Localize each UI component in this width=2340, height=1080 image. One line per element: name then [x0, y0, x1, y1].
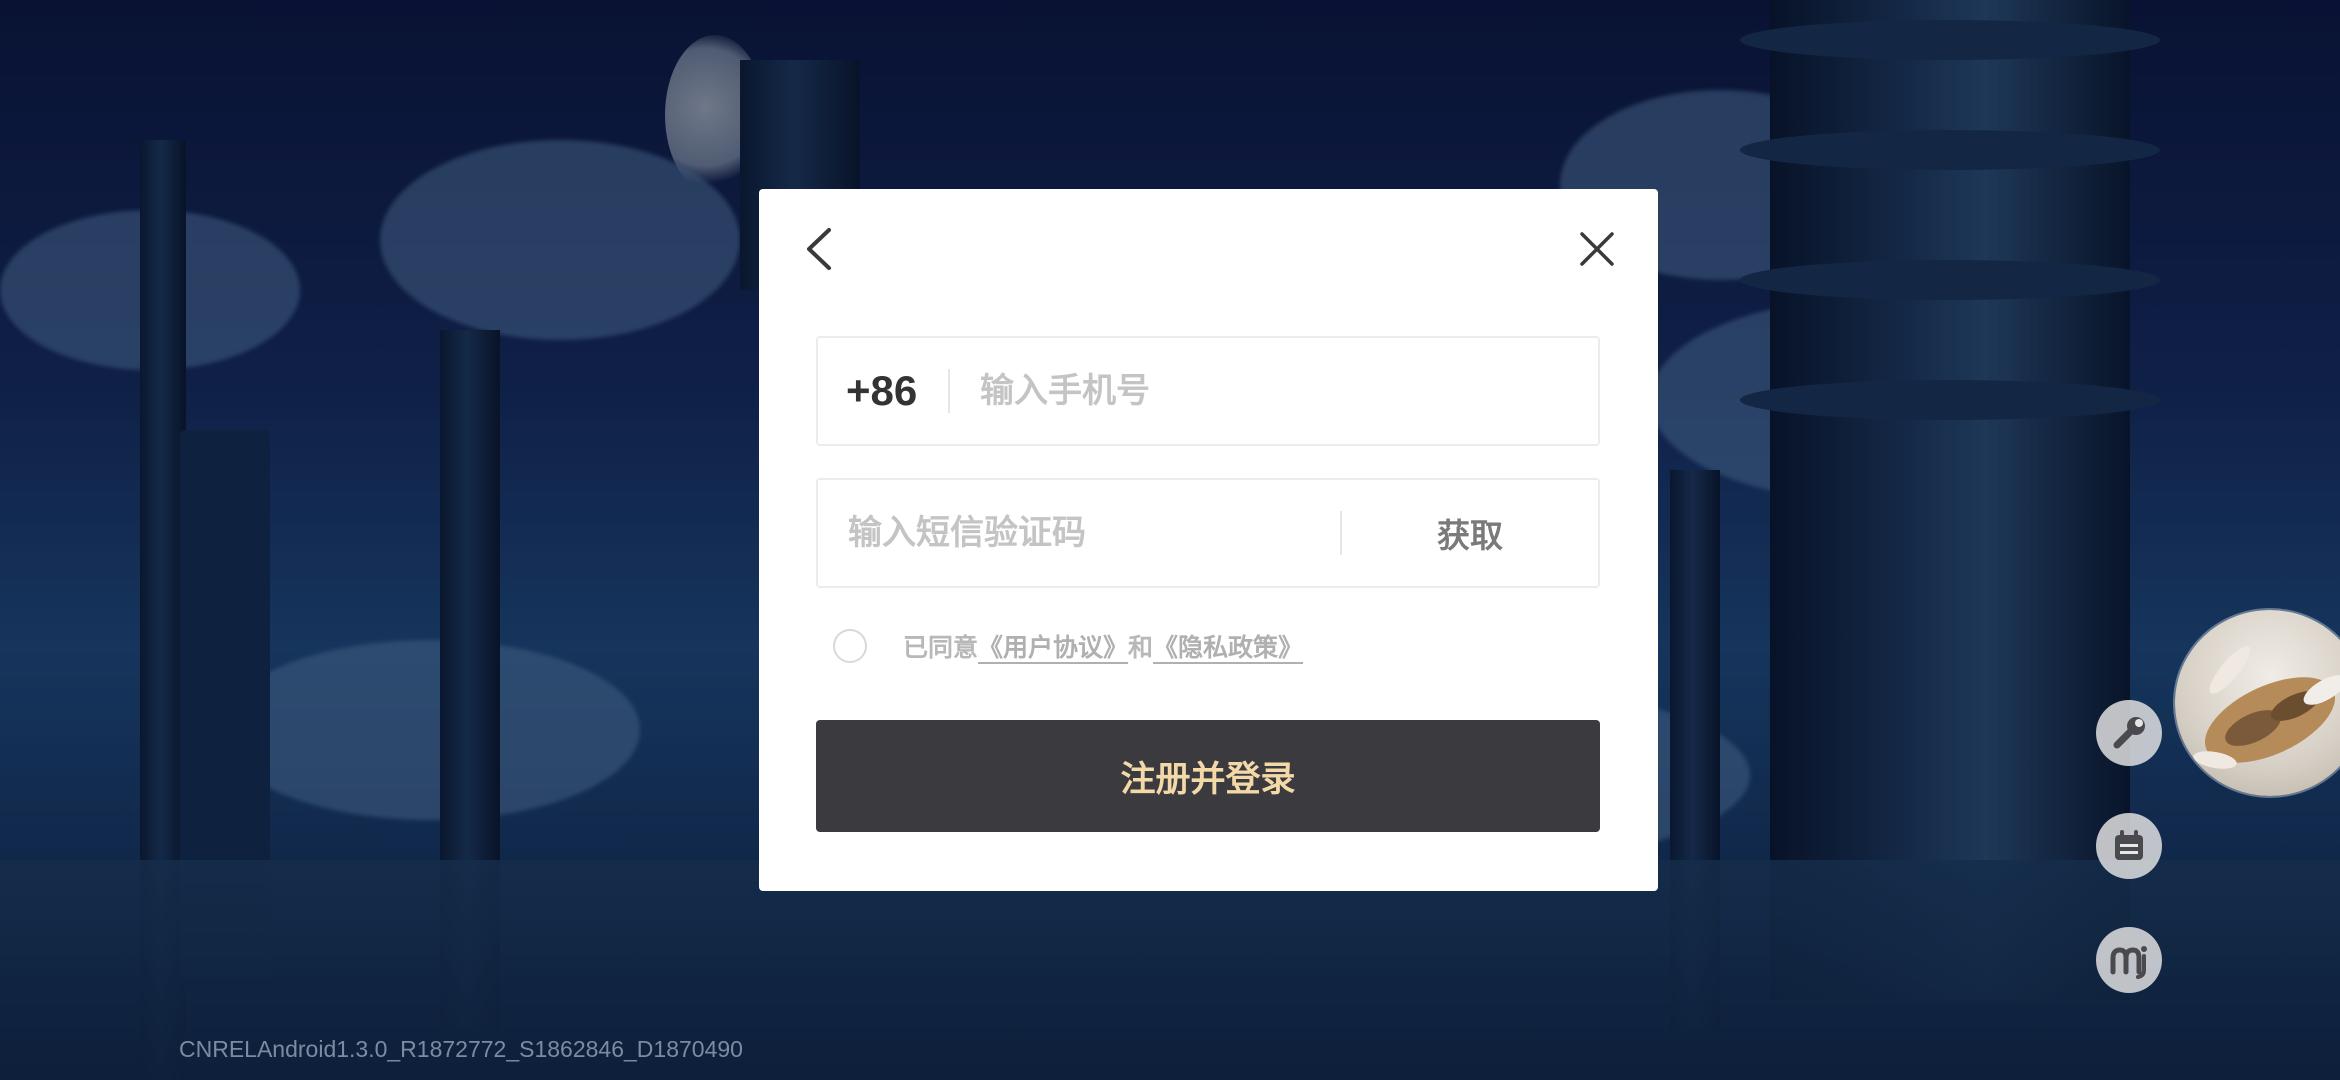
user-agreement-link[interactable]: 《用户协议》: [978, 633, 1128, 662]
phone-input[interactable]: [978, 370, 1582, 412]
version-label: CNRELAndroid1.3.0_R1872772_S1862846_D187…: [179, 1036, 743, 1062]
calendar-icon: [2115, 830, 2143, 860]
mi-logo-icon: [2110, 946, 2147, 979]
back-button[interactable]: [789, 219, 849, 279]
country-code[interactable]: +86: [846, 367, 926, 415]
get-code-button[interactable]: 获取: [1342, 509, 1598, 557]
agreement-and: 和: [1128, 633, 1154, 662]
close-button[interactable]: [1567, 219, 1627, 279]
tool-button-mi[interactable]: [2096, 927, 2162, 993]
agreement-row: 已同意《用户协议》和《隐私政策》: [833, 626, 1303, 666]
tool-button-calendar[interactable]: [2096, 813, 2162, 879]
privacy-policy-link[interactable]: 《隐私政策》: [1153, 633, 1303, 662]
tool-button-settings[interactable]: [2096, 700, 2162, 766]
agreement-text: 已同意《用户协议》和《隐私政策》: [903, 628, 1303, 664]
login-dialog: +86 获取 已同意《用户协议》和《隐私政策》 注册并登录: [759, 189, 1658, 891]
sms-code-field[interactable]: 获取: [816, 478, 1600, 588]
chevron-left-icon: [807, 228, 831, 270]
game-login-screen: +86 获取 已同意《用户协议》和《隐私政策》 注册并登录: [0, 0, 2340, 1080]
wrench-icon: [2113, 717, 2145, 749]
phone-field[interactable]: +86: [816, 336, 1600, 446]
agreement-checkbox[interactable]: [833, 629, 867, 663]
agreement-prefix: 已同意: [903, 633, 979, 662]
sms-code-input[interactable]: [846, 512, 1340, 554]
divider: [948, 369, 950, 413]
register-login-button[interactable]: 注册并登录: [816, 720, 1600, 832]
close-icon: [1580, 232, 1614, 266]
